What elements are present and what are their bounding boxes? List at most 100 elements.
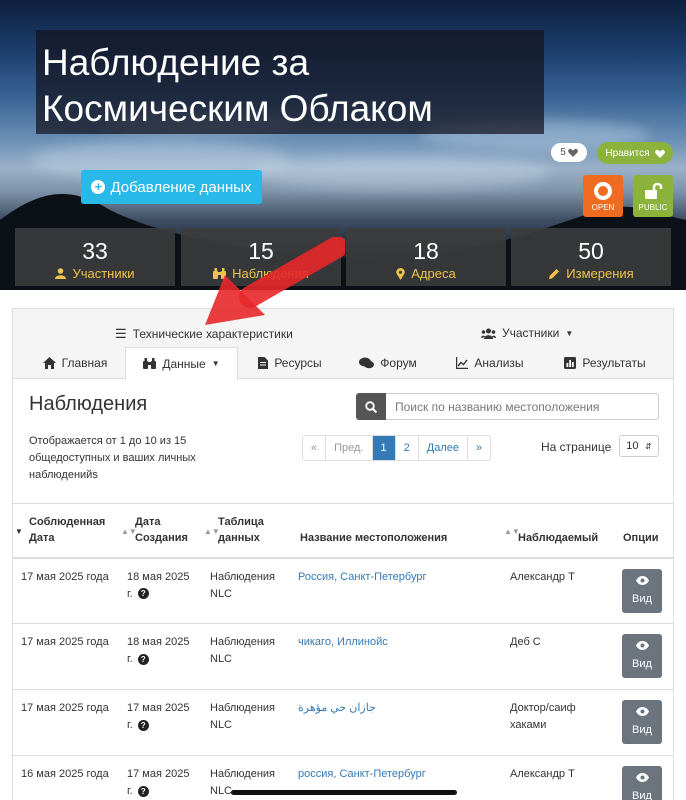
like-count-badge: 5 bbox=[551, 143, 587, 162]
tab-forum[interactable]: Форум bbox=[353, 347, 423, 379]
stat-participants[interactable]: 33 Участники bbox=[15, 228, 175, 286]
pager-last[interactable]: » bbox=[468, 436, 490, 460]
help-icon[interactable]: ? bbox=[137, 653, 149, 665]
view-button[interactable]: Вид bbox=[622, 634, 662, 678]
datasheet: Наблюдения NLC bbox=[202, 689, 290, 756]
sort-desc-icon: ▼ bbox=[15, 527, 23, 536]
public-badge: PUBLIC bbox=[633, 175, 673, 217]
heart-icon bbox=[567, 148, 578, 157]
search-icon bbox=[365, 400, 377, 413]
public-badge-label: PUBLIC bbox=[638, 203, 668, 212]
location-link[interactable]: Россия, Санкт-Петербург bbox=[298, 571, 426, 583]
datasheet: Наблюдения NLC bbox=[202, 623, 290, 690]
tab-analyses[interactable]: Анализы bbox=[453, 347, 527, 379]
help-icon[interactable]: ? bbox=[137, 785, 149, 797]
pager-prev[interactable]: Пред. bbox=[326, 436, 373, 460]
binoculars-icon bbox=[213, 268, 227, 279]
view-button[interactable]: Вид bbox=[622, 766, 662, 800]
tab-label: Главная bbox=[61, 356, 108, 370]
stat-observations[interactable]: 15 Наблюдения bbox=[181, 228, 341, 286]
like-label: Нравится bbox=[605, 147, 650, 159]
observations-title: Наблюдения bbox=[29, 393, 148, 415]
table-header-row: ▼ Соблюденная Дата ▲▼ Дата Создания ▲▼ Табл… bbox=[13, 503, 673, 559]
pagination: « Пред. 1 2 Далее » bbox=[302, 435, 492, 461]
help-icon[interactable]: ? bbox=[137, 719, 149, 731]
location-search-input[interactable]: Поиск по названию местоположения bbox=[386, 393, 659, 420]
observer: Александр Т bbox=[502, 755, 609, 800]
per-page-select[interactable]: 10 ⇵ bbox=[619, 435, 659, 457]
stat-label: Наблюдения bbox=[232, 266, 309, 281]
add-data-button[interactable]: + Добавление данных bbox=[81, 170, 262, 204]
project-title: Наблюдение за Космическим Облаком bbox=[36, 30, 544, 134]
tab-data[interactable]: Данные ▼ bbox=[125, 347, 238, 380]
col-observed-date[interactable]: ▼ Соблюденная Дата bbox=[13, 503, 119, 559]
heart-icon bbox=[654, 149, 665, 158]
add-data-label: Добавление данных bbox=[110, 178, 252, 196]
plus-circle-icon: + bbox=[91, 180, 106, 194]
created-date: 18 мая 2025 г.? bbox=[119, 623, 202, 690]
project-panel: ☰ Технические характеристики Участники ▼… bbox=[12, 308, 674, 800]
view-button[interactable]: Вид bbox=[622, 568, 662, 613]
search-button[interactable] bbox=[356, 393, 386, 420]
table-row: 17 мая 2025 года 18 мая 2025 г.? Наблюде… bbox=[13, 623, 673, 690]
pager-first[interactable]: « bbox=[303, 436, 327, 460]
observations-table: ▼ Соблюденная Дата ▲▼ Дата Создания ▲▼ Табл… bbox=[13, 503, 673, 800]
open-badge-label: OPEN bbox=[591, 203, 615, 212]
pager-page-1[interactable]: 1 bbox=[372, 436, 396, 460]
per-page-label: На странице bbox=[541, 440, 612, 454]
members-dropdown[interactable]: Участники ▼ bbox=[481, 326, 573, 340]
table-row: 17 мая 2025 года 18 мая 2025 г.? Наблюде… bbox=[13, 557, 673, 624]
tab-resources[interactable]: Ресурсы bbox=[251, 347, 329, 379]
stat-label: Участники bbox=[72, 266, 135, 281]
binoculars-icon bbox=[143, 358, 157, 369]
location-link[interactable]: جازان حي مؤهرة bbox=[298, 702, 376, 714]
col-observer[interactable]: ▲▼ Наблюдаемый bbox=[502, 503, 609, 559]
created-date: 17 мая 2025 г.? bbox=[119, 689, 202, 756]
stat-measurements[interactable]: 50 Измерения bbox=[511, 228, 671, 286]
pager-next[interactable]: Далее bbox=[419, 436, 468, 460]
location-link[interactable]: россия, Санкт-Петербург bbox=[298, 768, 426, 780]
tab-results[interactable]: Результаты bbox=[560, 347, 650, 379]
comments-icon bbox=[359, 357, 375, 369]
view-button[interactable]: Вид bbox=[622, 700, 662, 744]
stat-value: 50 bbox=[578, 238, 604, 264]
col-created-date[interactable]: ▲▼ Дата Создания bbox=[119, 503, 202, 559]
caret-down-icon: ▼ bbox=[565, 328, 574, 338]
help-icon[interactable]: ? bbox=[137, 588, 149, 600]
line-chart-icon bbox=[456, 357, 469, 369]
view-label: Вид bbox=[632, 790, 652, 800]
location-cell: جازان حي مؤهرة bbox=[290, 689, 502, 756]
tech-specs-label: Технические характеристики bbox=[132, 327, 293, 341]
table-row: 17 мая 2025 года 17 мая 2025 г.? Наблюде… bbox=[13, 689, 673, 756]
map-marker-icon bbox=[396, 267, 405, 280]
sort-caret-icon: ⇵ bbox=[645, 441, 652, 451]
tab-label: Ресурсы bbox=[274, 356, 322, 370]
sort-icon: ▲▼ bbox=[504, 527, 520, 536]
eye-icon bbox=[635, 641, 649, 650]
file-icon bbox=[258, 357, 269, 369]
bar-chart-icon bbox=[564, 357, 577, 369]
stat-addresses[interactable]: 18 Адреса bbox=[346, 228, 506, 286]
hero-banner: Наблюдение за Космическим Облаком + Добав… bbox=[0, 0, 686, 290]
per-page-value: 10 bbox=[626, 440, 639, 452]
created-date: 18 мая 2025 г.? bbox=[119, 557, 202, 624]
col-datasheet[interactable]: ▲▼ Таблица данных bbox=[202, 503, 290, 559]
created-date: 17 мая 2025 г.? bbox=[119, 755, 202, 800]
pager-page-2[interactable]: 2 bbox=[396, 436, 419, 460]
observed-date: 16 мая 2025 года bbox=[13, 755, 119, 800]
user-icon bbox=[55, 268, 67, 279]
stat-label: Адреса bbox=[411, 266, 456, 281]
stat-value: 15 bbox=[248, 238, 274, 264]
options-cell: Вид bbox=[609, 557, 673, 624]
home-indicator bbox=[231, 790, 457, 795]
tab-home[interactable]: Главная bbox=[33, 347, 117, 379]
like-button[interactable]: Нравится bbox=[597, 142, 673, 164]
col-location[interactable]: Название местоположения bbox=[290, 503, 502, 559]
location-link[interactable]: чикаго, Иллинойс bbox=[298, 636, 388, 648]
observer: Александр Т bbox=[502, 557, 609, 624]
list-icon: ☰ bbox=[115, 326, 127, 341]
tech-specs-menu[interactable]: ☰ Технические характеристики bbox=[115, 326, 293, 342]
location-cell: чикаго, Иллинойс bbox=[290, 623, 502, 690]
stat-label: Измерения bbox=[566, 266, 634, 281]
location-cell: Россия, Санкт-Петербург bbox=[290, 557, 502, 624]
